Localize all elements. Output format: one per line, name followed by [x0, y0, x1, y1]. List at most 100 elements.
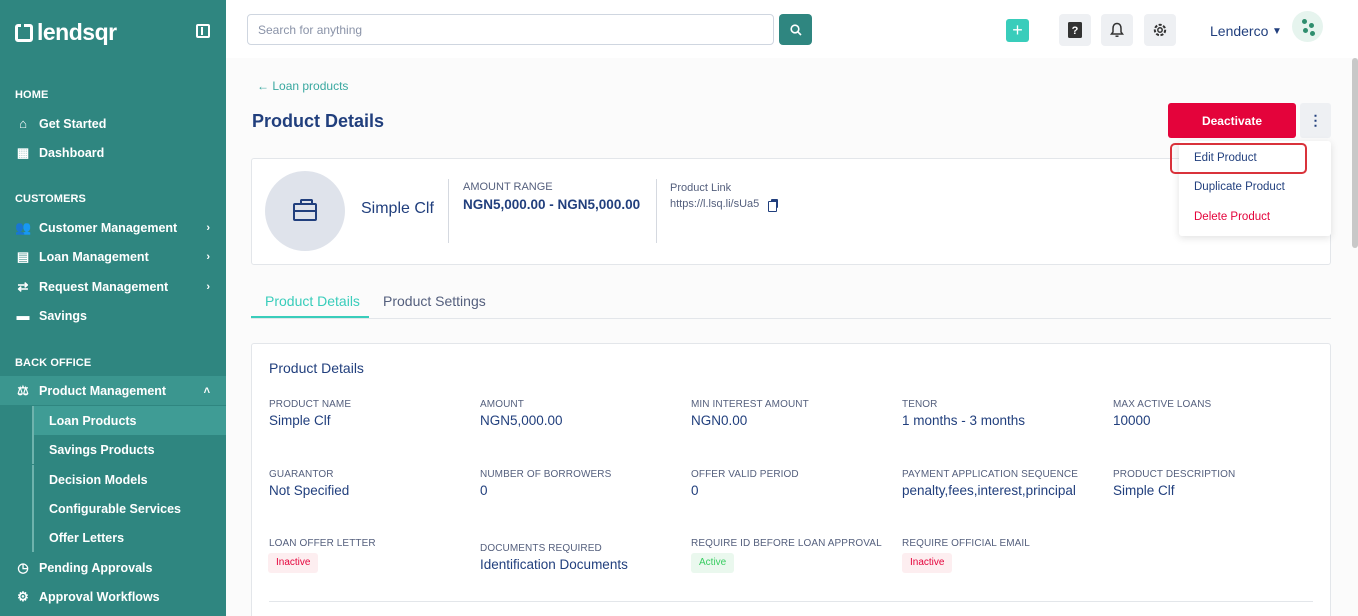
copy-icon[interactable] [768, 199, 778, 212]
field-label: OFFER VALID PERIOD [691, 469, 799, 480]
sidebar-subitem-configurable-services[interactable]: Configurable Services [32, 494, 226, 523]
sidebar-subitem-decision-models[interactable]: Decision Models [32, 465, 226, 494]
section-title-back-office: BACK OFFICE [15, 357, 92, 369]
users-icon: 👥 [15, 219, 32, 235]
request-icon: ⇄ [17, 278, 29, 294]
divider [656, 179, 657, 243]
search-icon [789, 23, 802, 36]
sidebar-item-product-management[interactable]: ⚖ Product Management ˄ [0, 376, 226, 405]
deactivate-button[interactable]: Deactivate [1168, 103, 1296, 138]
settings-button[interactable] [1144, 14, 1176, 46]
sidebar-item-dashboard[interactable]: ▦ Dashboard [0, 138, 226, 167]
sidebar-subitem-label: Configurable Services [49, 501, 181, 516]
search-button[interactable] [779, 14, 812, 45]
avatar[interactable] [1292, 11, 1323, 42]
brand-name: lendsqr [37, 19, 117, 45]
add-button[interactable]: + [1006, 19, 1029, 42]
page-title: Product Details [252, 111, 385, 131]
field-label: PAYMENT APPLICATION SEQUENCE [902, 469, 1078, 480]
brand-logo[interactable]: lendsqr [15, 19, 117, 46]
chevron-up-icon: ˄ [203, 384, 210, 397]
product-link-label: Product Link [670, 182, 732, 194]
field-label: TENOR [902, 399, 938, 410]
sidebar-item-loan-management[interactable]: ▤ Loan Management › [0, 242, 226, 271]
sidebar-item-request-management[interactable]: ⇄ Request Management › [0, 272, 226, 301]
briefcase-icon: ▬ [16, 308, 30, 323]
field-label: REQUIRE OFFICIAL EMAIL [902, 538, 1030, 549]
briefcase-icon [293, 199, 317, 221]
field-label: LOAN OFFER LETTER [269, 538, 376, 549]
product-link-value[interactable]: https://l.lsq.li/sUa5 [670, 198, 759, 210]
sidebar-subitem-loan-products[interactable]: Loan Products [32, 406, 226, 435]
chevron-right-icon: › [206, 221, 210, 234]
product-avatar [265, 171, 345, 251]
sidebar-item-customer-management[interactable]: 👥 Customer Management › [0, 213, 226, 242]
sidebar-item-approval-workflows[interactable]: ⚙ Approval Workflows [0, 582, 226, 611]
back-link-label: Loan products [272, 79, 349, 93]
gear-icon [1153, 23, 1167, 37]
notifications-button[interactable] [1101, 14, 1133, 46]
sidebar-item-label: Pending Approvals [39, 560, 153, 575]
sidebar-collapse-icon[interactable] [196, 24, 210, 38]
field-value: NGN0.00 [691, 413, 748, 428]
section-title-home: HOME [15, 89, 49, 101]
dashboard-icon: ▦ [16, 144, 30, 160]
help-button[interactable]: ? [1059, 14, 1091, 46]
sidebar-subitem-label: Savings Products [49, 442, 155, 457]
sidebar: lendsqr HOME ⌂ Get Started ▦ Dashboard C… [0, 0, 226, 616]
sidebar-subitem-savings-products[interactable]: Savings Products [32, 435, 226, 464]
arrow-left-icon: ← [257, 79, 269, 93]
logo-mark-icon [15, 23, 33, 42]
back-link[interactable]: ← Loan products [257, 79, 348, 93]
delete-product-menu-item[interactable]: Delete Product [1194, 211, 1270, 223]
field-label: AMOUNT [480, 399, 524, 410]
field-value: Simple Clf [1113, 483, 1175, 498]
sidebar-item-get-started[interactable]: ⌂ Get Started [0, 109, 226, 138]
sidebar-subitem-label: Loan Products [49, 413, 137, 428]
field-label: PRODUCT NAME [269, 399, 352, 410]
sidebar-item-label: Get Started [39, 116, 107, 131]
section-title-customers: CUSTOMERS [15, 193, 86, 205]
field-value: 1 months - 3 months [902, 413, 1026, 428]
duplicate-product-menu-item[interactable]: Duplicate Product [1194, 181, 1285, 193]
sidebar-item-label: Dashboard [39, 145, 105, 160]
chevron-right-icon: › [206, 250, 210, 263]
loan-icon: ▤ [16, 248, 30, 264]
field-value: Not Specified [269, 483, 350, 498]
field-label: NUMBER OF BORROWERS [480, 469, 612, 480]
more-options-button[interactable]: ⋮ [1300, 103, 1331, 138]
details-section-title: Product Details [269, 360, 364, 376]
kebab-icon: ⋮ [1308, 112, 1323, 128]
page-scrollbar[interactable] [1352, 58, 1358, 248]
field-label: GUARANTOR [269, 469, 334, 480]
sidebar-item-label: Loan Management [39, 249, 149, 264]
divider [448, 179, 449, 243]
chevron-right-icon: › [206, 280, 210, 293]
caret-down-icon[interactable]: ▼ [1272, 26, 1282, 37]
product-icon: ⚖ [17, 382, 29, 398]
sidebar-item-label: Approval Workflows [39, 589, 160, 604]
field-label: DOCUMENTS REQUIRED [480, 543, 602, 554]
tab-product-settings[interactable]: Product Settings [383, 293, 486, 309]
bell-icon [1110, 22, 1124, 37]
field-label: PRODUCT DESCRIPTION [1113, 469, 1236, 480]
field-value: Simple Clf [269, 413, 331, 428]
sidebar-subitem-label: Decision Models [49, 472, 148, 487]
field-label: MAX ACTIVE LOANS [1113, 399, 1212, 410]
home-icon: ⌂ [19, 116, 27, 131]
sidebar-item-pending-approvals[interactable]: ◷ Pending Approvals [0, 553, 226, 582]
sidebar-item-savings[interactable]: ▬ Savings [0, 301, 226, 330]
sidebar-subitem-label: Offer Letters [49, 530, 125, 545]
divider [269, 601, 1313, 602]
clock-icon: ◷ [17, 559, 29, 575]
field-value: 0 [480, 483, 488, 498]
amount-range-value: NGN5,000.00 - NGN5,000.00 [463, 197, 641, 212]
tab-product-details[interactable]: Product Details [265, 293, 360, 309]
help-icon: ? [1068, 22, 1082, 38]
sidebar-item-label: Product Management [39, 383, 167, 398]
user-name[interactable]: Lenderco [1210, 23, 1268, 39]
product-name: Simple Clf [361, 200, 434, 217]
field-value: penalty,fees,interest,principal [902, 483, 1076, 498]
sidebar-subitem-offer-letters[interactable]: Offer Letters [32, 523, 226, 552]
search-input[interactable] [247, 14, 774, 45]
